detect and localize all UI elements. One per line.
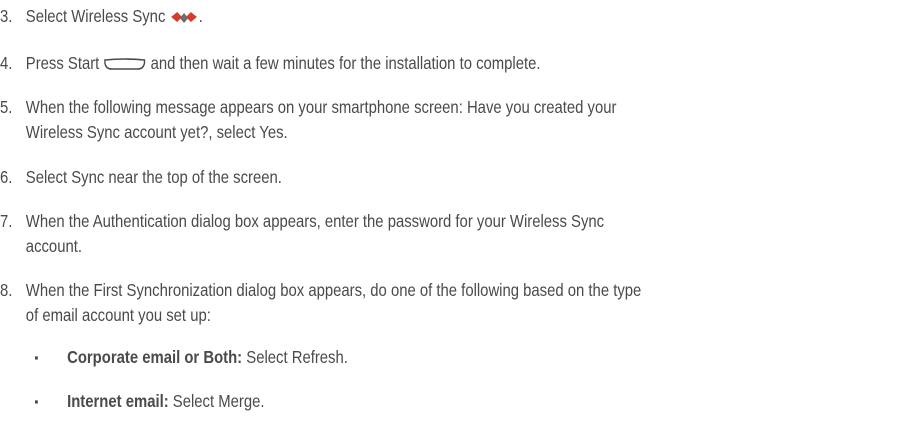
step-text: Press Start	[25, 53, 100, 73]
bullet-label: Corporate email or Both:	[67, 347, 243, 367]
step-text-line: Wireless Sync account yet?, select Yes.	[25, 122, 288, 142]
step-number: 4.	[0, 53, 13, 73]
step-text-line: of email account you set up:	[25, 305, 211, 325]
step-number: 5.	[0, 97, 13, 117]
step-text-end: .	[198, 6, 203, 26]
bullet-marker: ▪	[34, 350, 39, 365]
start-key-icon	[104, 58, 146, 71]
bullet-marker: ▪	[34, 394, 39, 409]
wireless-sync-icon	[171, 12, 198, 24]
bullet-text: Select Refresh.	[246, 347, 348, 367]
instruction-list: 3. Select Wireless Sync . 4. Press Start…	[0, 0, 917, 426]
bullet-text: Select Merge.	[172, 391, 265, 411]
step-text: Select Wireless Sync	[25, 6, 166, 26]
step-text-line: When the First Synchronization dialog bo…	[25, 280, 642, 300]
step-number: 7.	[0, 211, 13, 231]
step-text-line: When the Authentication dialog box appea…	[25, 211, 605, 231]
step-text-end: and then wait a few minutes for the inst…	[150, 53, 541, 73]
step-number: 3.	[0, 6, 13, 26]
step-number: 6.	[0, 167, 13, 187]
step-text-line: account.	[25, 236, 82, 256]
step-text-line: When the following message appears on yo…	[25, 97, 617, 117]
step-number: 8.	[0, 280, 13, 300]
step-text: Select Sync near the top of the screen.	[25, 167, 282, 187]
bullet-label: Internet email:	[67, 391, 169, 411]
